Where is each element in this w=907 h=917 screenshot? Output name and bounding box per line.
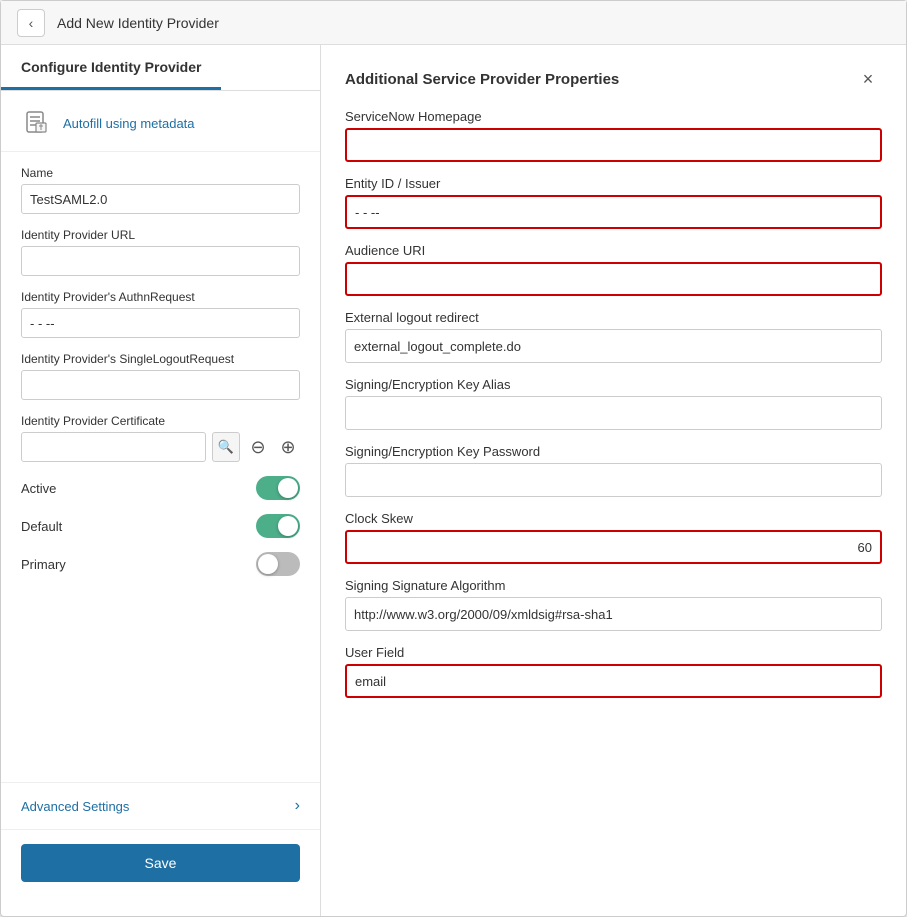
save-button-row: Save — [1, 829, 320, 896]
modal-body: Configure Identity Provider Autofill us — [1, 45, 906, 916]
entity-id-input[interactable] — [345, 195, 882, 229]
configure-tab[interactable]: Configure Identity Provider — [1, 45, 221, 90]
autofill-label[interactable]: Autofill using metadata — [63, 116, 195, 131]
single-logout-input[interactable] — [21, 370, 300, 400]
homepage-field-group: ServiceNow Homepage — [345, 109, 882, 162]
clock-skew-field-group: Clock Skew — [345, 511, 882, 564]
single-logout-field-group: Identity Provider's SingleLogoutRequest — [21, 352, 300, 400]
advanced-settings-label: Advanced Settings — [21, 799, 129, 814]
certificate-row: 🔍 ⊖ ⊕ — [21, 432, 300, 462]
autofill-icon — [21, 107, 53, 139]
key-alias-input[interactable] — [345, 396, 882, 430]
autofill-row: Autofill using metadata — [1, 91, 320, 152]
certificate-field-group: Identity Provider Certificate 🔍 ⊖ ⊕ — [21, 414, 300, 462]
key-password-input[interactable] — [345, 463, 882, 497]
default-toggle-slider — [256, 514, 300, 538]
key-alias-field-group: Signing/Encryption Key Alias — [345, 377, 882, 430]
modal-header: ‹ Add New Identity Provider — [1, 1, 906, 45]
audience-uri-label: Audience URI — [345, 243, 882, 258]
name-label: Name — [21, 166, 300, 180]
certificate-input[interactable] — [21, 432, 206, 462]
default-toggle[interactable] — [256, 514, 300, 538]
back-button[interactable]: ‹ — [17, 9, 45, 37]
primary-label: Primary — [21, 557, 66, 572]
logout-redirect-input[interactable] — [345, 329, 882, 363]
key-alias-label: Signing/Encryption Key Alias — [345, 377, 882, 392]
default-toggle-row: Default — [21, 514, 300, 538]
entity-id-label: Entity ID / Issuer — [345, 176, 882, 191]
idp-url-field-group: Identity Provider URL — [21, 228, 300, 276]
active-toggle[interactable] — [256, 476, 300, 500]
certificate-remove-button[interactable]: ⊖ — [246, 435, 270, 459]
minus-circle-icon: ⊖ — [250, 437, 265, 458]
single-logout-label: Identity Provider's SingleLogoutRequest — [21, 352, 300, 366]
signing-algorithm-input[interactable] — [345, 597, 882, 631]
key-password-label: Signing/Encryption Key Password — [345, 444, 882, 459]
idp-url-label: Identity Provider URL — [21, 228, 300, 242]
chevron-right-icon: › — [295, 797, 300, 815]
primary-toggle[interactable] — [256, 552, 300, 576]
signing-algorithm-field-group: Signing Signature Algorithm — [345, 578, 882, 631]
search-icon: 🔍 — [218, 439, 234, 455]
close-button[interactable]: × — [854, 65, 882, 93]
clock-skew-input[interactable] — [345, 530, 882, 564]
tab-bar: Configure Identity Provider — [1, 45, 320, 91]
authn-request-field-group: Identity Provider's AuthnRequest — [21, 290, 300, 338]
right-panel: Additional Service Provider Properties ×… — [321, 45, 906, 916]
audience-uri-input[interactable] — [345, 262, 882, 296]
advanced-settings-link[interactable]: Advanced Settings › — [1, 782, 320, 829]
clock-skew-label: Clock Skew — [345, 511, 882, 526]
key-password-field-group: Signing/Encryption Key Password — [345, 444, 882, 497]
entity-id-field-group: Entity ID / Issuer — [345, 176, 882, 229]
name-field-group: Name — [21, 166, 300, 214]
default-label: Default — [21, 519, 62, 534]
right-panel-header: Additional Service Provider Properties × — [345, 65, 882, 93]
homepage-label: ServiceNow Homepage — [345, 109, 882, 124]
authn-request-label: Identity Provider's AuthnRequest — [21, 290, 300, 304]
primary-toggle-slider — [256, 552, 300, 576]
signing-algorithm-label: Signing Signature Algorithm — [345, 578, 882, 593]
homepage-input[interactable] — [345, 128, 882, 162]
user-field-input[interactable] — [345, 664, 882, 698]
user-field-field-group: User Field — [345, 645, 882, 698]
name-input[interactable] — [21, 184, 300, 214]
modal-title: Add New Identity Provider — [57, 15, 219, 31]
certificate-add-button[interactable]: ⊕ — [276, 435, 300, 459]
back-icon: ‹ — [29, 15, 34, 31]
left-form: Name Identity Provider URL Identity Prov… — [1, 152, 320, 782]
right-panel-title: Additional Service Provider Properties — [345, 71, 619, 88]
authn-request-input[interactable] — [21, 308, 300, 338]
active-toggle-row: Active — [21, 476, 300, 500]
idp-url-input[interactable] — [21, 246, 300, 276]
logout-redirect-label: External logout redirect — [345, 310, 882, 325]
active-toggle-slider — [256, 476, 300, 500]
user-field-label: User Field — [345, 645, 882, 660]
save-button[interactable]: Save — [21, 844, 300, 882]
certificate-search-button[interactable]: 🔍 — [212, 432, 240, 462]
active-label: Active — [21, 481, 56, 496]
primary-toggle-row: Primary — [21, 552, 300, 576]
modal-container: ‹ Add New Identity Provider Configure Id… — [0, 0, 907, 917]
logout-redirect-field-group: External logout redirect — [345, 310, 882, 363]
certificate-label: Identity Provider Certificate — [21, 414, 300, 428]
plus-circle-icon: ⊕ — [280, 437, 295, 458]
audience-uri-field-group: Audience URI — [345, 243, 882, 296]
left-panel: Configure Identity Provider Autofill us — [1, 45, 321, 916]
